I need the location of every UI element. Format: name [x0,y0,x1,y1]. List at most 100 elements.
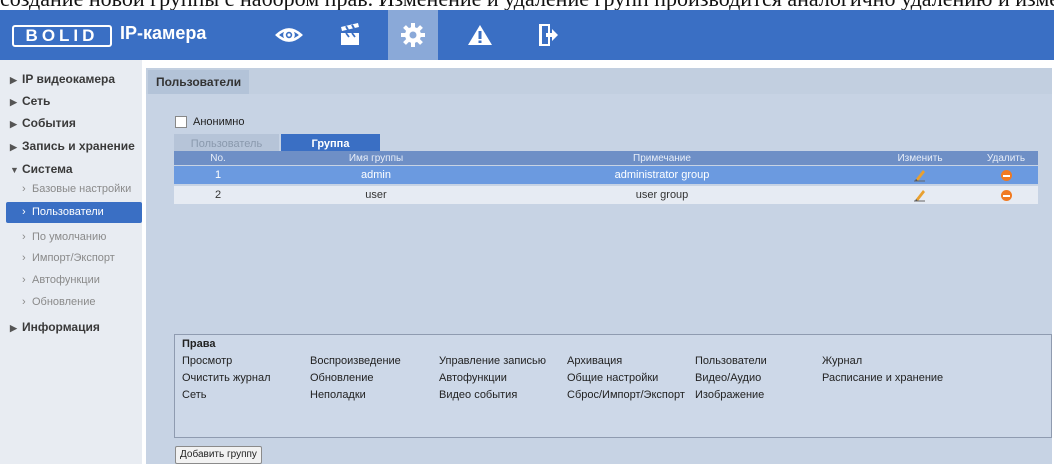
chevron-right-icon: › [22,183,26,195]
top-navigation-bar: BOLID IP-камера [0,10,1054,60]
sidebar-item-basic-settings[interactable]: › Базовые настройки [0,179,142,200]
warning-icon [468,25,492,45]
table-row[interactable]: 1 admin administrator group [174,166,1038,184]
anonymous-label: Анонимно [193,116,245,128]
sidebar: ▶ IP видеокамера ▶ Сеть ▶ События ▶ Запись и… [0,60,142,464]
group-note: user group [635,189,689,201]
sidebar-item-label: Пользователи [32,206,104,218]
exit-icon [539,24,558,46]
edit-button[interactable] [894,186,946,204]
chevron-right-icon: › [22,252,26,264]
permission-item: Пользователи [695,355,767,367]
edit-button[interactable] [894,166,946,184]
expand-arrow-icon: ▶ [10,142,17,152]
permission-item: Журнал [822,355,863,367]
users-content: Анонимно Пользователь Группа No. Имя гру… [146,94,1052,464]
chevron-right-icon: › [22,231,26,243]
sidebar-item-import-export[interactable]: › Импорт/Экспорт [0,248,142,269]
sidebar-section-label: События [22,116,76,130]
delete-button[interactable] [974,166,1038,184]
rights-panel: Права Просмотр Воспроизведение Управлени… [174,334,1052,438]
delete-button[interactable] [974,186,1038,204]
pencil-icon [914,190,925,202]
anonymous-checkbox[interactable] [175,116,187,128]
permission-item: Расписание и хранение [822,372,944,384]
expand-arrow-icon: ▶ [10,97,17,107]
permission-item: Воспроизведение [310,355,401,367]
expand-arrow-icon: ▶ [10,323,17,333]
permission-item: Сброс/Импорт/Экспорт [567,389,685,401]
delete-minus-icon [1000,189,1012,201]
collapse-arrow-icon: ▼ [10,165,19,175]
sidebar-section-label: Система [22,162,73,176]
row-number: 1 [214,169,222,181]
column-header-edit: Изменить [897,152,943,164]
add-group-button[interactable]: Добавить группу [175,446,262,464]
permission-item: Просмотр [182,355,233,367]
sidebar-section-events[interactable]: ▶ События [0,112,142,134]
delete-minus-icon [1000,169,1012,181]
pencil-icon [914,170,925,182]
live-view-button[interactable] [266,10,312,60]
sidebar-section-ip-camera[interactable]: ▶ IP видеокамера [0,68,142,90]
rights-title: Права [182,338,216,350]
tab-users[interactable]: Пользователи [148,70,250,94]
playback-button[interactable] [327,10,373,60]
column-header-note: Примечание [633,152,691,164]
logout-button[interactable] [525,10,571,60]
permission-item: Архивация [567,355,623,367]
chevron-right-icon: › [22,274,26,286]
sidebar-item-update[interactable]: › Обновление [0,292,142,313]
group-name: user [365,189,387,201]
column-header-no: No. [210,152,226,164]
permission-item: Автофункции [439,372,507,384]
chevron-right-icon: › [22,296,26,308]
permission-item: Неполадки [310,389,366,401]
permission-item: Управление записью [439,355,546,367]
sidebar-section-network[interactable]: ▶ Сеть [0,90,142,112]
groups-table: No. Имя группы Примечание Изменить Удали… [174,151,1038,327]
sidebar-item-label: Импорт/Экспорт [32,252,115,264]
column-header-delete: Удалить [986,152,1026,164]
sidebar-item-users[interactable]: › Пользователи [6,202,142,223]
table-row[interactable]: 2 user user group [174,186,1038,204]
page-tab-bar: Пользователи [146,68,1052,94]
permission-item: Видео/Аудио [695,372,762,384]
sidebar-item-label: Базовые настройки [32,183,132,195]
alarm-button[interactable] [457,10,503,60]
sidebar-section-label: Информация [22,320,100,334]
sidebar-item-defaults[interactable]: › По умолчанию [0,227,142,248]
clapperboard-icon [341,23,359,45]
permission-item: Изображение [695,389,765,401]
sidebar-section-label: Сеть [22,94,51,108]
permission-item: Очистить журнал [182,372,271,384]
anonymous-toggle[interactable]: Анонимно [175,116,245,128]
column-header-group-name: Имя группы [348,152,404,164]
group-name: admin [361,169,391,181]
app-title: IP-камера [120,23,207,43]
permission-item: Общие настройки [567,372,659,384]
permission-item: Видео события [439,389,518,401]
sidebar-section-information[interactable]: ▶ Информация [0,316,142,338]
permission-item: Сеть [182,389,207,401]
group-note: administrator group [614,169,710,181]
eye-icon [275,28,303,42]
sidebar-section-system[interactable]: ▼ Система [0,158,142,180]
table-header: No. Имя группы Примечание Изменить Удали… [174,151,1038,165]
sidebar-section-recording[interactable]: ▶ Запись и хранение [0,135,142,157]
sidebar-section-label: Запись и хранение [22,139,135,153]
sidebar-section-label: IP видеокамера [22,72,116,86]
sidebar-item-auto-functions[interactable]: › Автофункции [0,270,142,291]
sidebar-item-label: По умолчанию [32,231,107,243]
chevron-right-icon: › [22,206,26,218]
row-number: 2 [214,189,222,201]
sidebar-item-label: Обновление [32,296,96,308]
permission-item: Обновление [310,372,374,384]
document-text-fragment: создание новой группы с набором прав. Из… [0,0,1054,10]
expand-arrow-icon: ▶ [10,119,17,129]
sidebar-item-label: Автофункции [32,274,100,286]
expand-arrow-icon: ▶ [10,75,17,85]
main-panel: Пользователи Анонимно Пользователь Групп… [142,60,1054,464]
bolid-logo: BOLID [12,25,112,47]
settings-button[interactable] [388,10,438,60]
